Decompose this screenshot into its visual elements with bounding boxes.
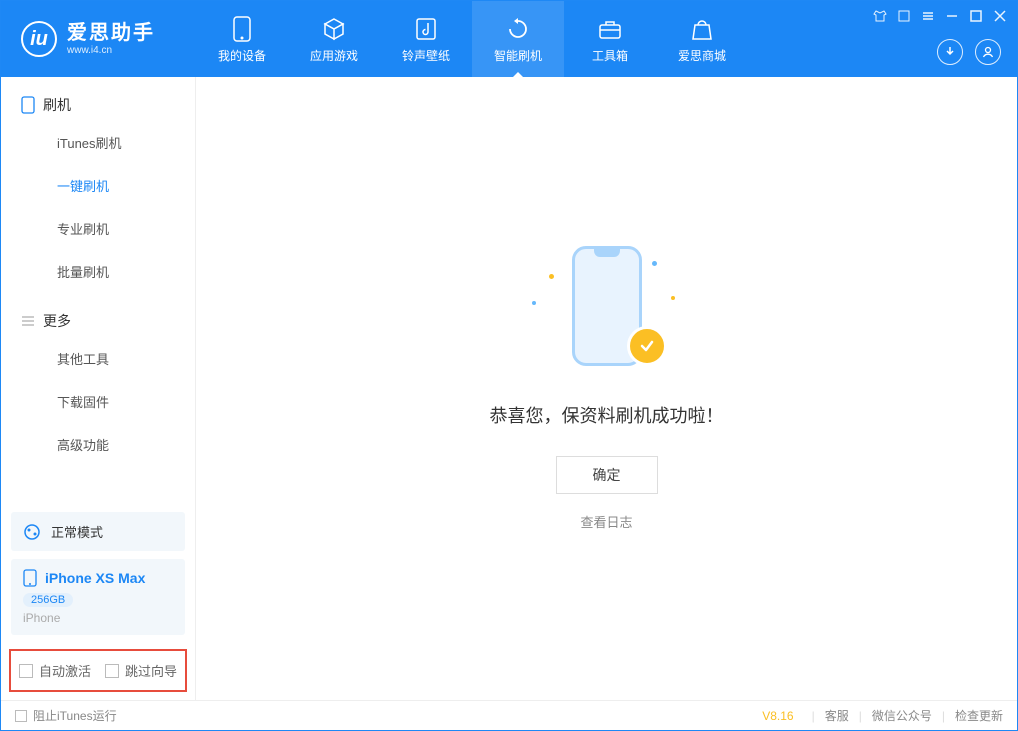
phone-small-icon — [21, 96, 35, 114]
toolbox-icon — [598, 15, 622, 43]
device-type: iPhone — [23, 611, 173, 625]
checkbox-label: 跳过向导 — [125, 661, 177, 680]
block-itunes-label: 阻止iTunes运行 — [33, 707, 117, 724]
footer-link-wechat[interactable]: 微信公众号 — [872, 707, 932, 724]
checkbox-icon[interactable] — [19, 664, 33, 678]
success-message: 恭喜您，保资料刷机成功啦！ — [490, 402, 724, 428]
device-phone-icon — [23, 569, 37, 587]
sidebar-item-batch-flash[interactable]: 批量刷机 — [1, 250, 195, 293]
footer-link-support[interactable]: 客服 — [825, 707, 849, 724]
sparkle-dot — [532, 301, 536, 305]
checkbox-auto-activate[interactable]: 自动激活 — [19, 661, 91, 680]
version-label: V8.16 — [762, 709, 793, 723]
nav-tab-smart-flash[interactable]: 智能刷机 — [472, 1, 564, 77]
nav-tab-my-device[interactable]: 我的设备 — [196, 1, 288, 77]
close-icon[interactable] — [993, 9, 1007, 23]
checkbox-icon[interactable] — [105, 664, 119, 678]
menu-icon[interactable] — [921, 9, 935, 23]
sparkle-dot — [652, 261, 657, 266]
sidebar-group-label: 刷机 — [43, 95, 71, 115]
sidebar-item-download-firmware[interactable]: 下载固件 — [1, 380, 195, 423]
shirt-icon[interactable] — [873, 9, 887, 23]
nav-label: 应用游戏 — [310, 47, 358, 64]
view-log-link[interactable]: 查看日志 — [580, 512, 632, 531]
bag-icon — [691, 15, 713, 43]
checkbox-label: 自动激活 — [39, 661, 91, 680]
nav-tabs: 我的设备 应用游戏 铃声壁纸 智能刷机 工具箱 — [196, 1, 748, 77]
app-header: iu 爱思助手 www.i4.cn 我的设备 应用游戏 铃声壁纸 — [1, 1, 1017, 77]
nav-tab-toolbox[interactable]: 工具箱 — [564, 1, 656, 77]
minimize-icon[interactable] — [945, 9, 959, 23]
logo-subtitle: www.i4.cn — [67, 45, 155, 57]
logo-area: iu 爱思助手 www.i4.cn — [1, 21, 196, 57]
checkbox-block-itunes[interactable] — [15, 710, 27, 722]
device-name: iPhone XS Max — [45, 570, 145, 586]
window-controls — [873, 9, 1007, 23]
music-note-icon — [415, 15, 437, 43]
pin-icon[interactable] — [897, 9, 911, 23]
download-button[interactable] — [937, 39, 963, 65]
sidebar: 刷机 iTunes刷机 一键刷机 专业刷机 批量刷机 更多 其他工具 下载固件 … — [1, 77, 196, 700]
logo-icon: iu — [21, 21, 57, 57]
nav-label: 智能刷机 — [494, 47, 542, 64]
nav-label: 工具箱 — [592, 47, 628, 64]
nav-label: 爱思商城 — [678, 47, 726, 64]
sidebar-item-pro-flash[interactable]: 专业刷机 — [1, 207, 195, 250]
maximize-icon[interactable] — [969, 9, 983, 23]
device-panel[interactable]: iPhone XS Max 256GB iPhone — [11, 559, 185, 635]
check-circle-icon — [627, 326, 667, 366]
sidebar-group-more: 更多 — [1, 293, 195, 337]
ok-button[interactable]: 确定 — [556, 456, 658, 494]
cube-icon — [322, 15, 346, 43]
sparkle-dot — [671, 296, 675, 300]
sidebar-item-advanced[interactable]: 高级功能 — [1, 423, 195, 466]
nav-tab-ringtones-wallpapers[interactable]: 铃声壁纸 — [380, 1, 472, 77]
sidebar-item-onekey-flash[interactable]: 一键刷机 — [1, 164, 195, 207]
refresh-icon — [506, 15, 530, 43]
mode-label: 正常模式 — [51, 522, 103, 541]
sidebar-group-label: 更多 — [43, 311, 71, 331]
list-icon — [21, 314, 35, 328]
logo-title: 爱思助手 — [67, 21, 155, 45]
nav-label: 我的设备 — [218, 47, 266, 64]
sidebar-item-itunes-flash[interactable]: iTunes刷机 — [1, 121, 195, 164]
mode-status[interactable]: 正常模式 — [11, 512, 185, 551]
mode-icon — [23, 523, 41, 541]
options-highlight-box: 自动激活 跳过向导 — [9, 649, 187, 692]
nav-tab-apps-games[interactable]: 应用游戏 — [288, 1, 380, 77]
sidebar-item-other-tools[interactable]: 其他工具 — [1, 337, 195, 380]
phone-icon — [233, 15, 251, 43]
checkbox-skip-wizard[interactable]: 跳过向导 — [105, 661, 177, 680]
status-bar: 阻止iTunes运行 V8.16 | 客服 | 微信公众号 | 检查更新 — [1, 700, 1017, 730]
success-illustration — [547, 246, 667, 376]
device-storage: 256GB — [23, 593, 73, 607]
footer-link-check-update[interactable]: 检查更新 — [955, 707, 1003, 724]
main-content: 恭喜您，保资料刷机成功啦！ 确定 查看日志 — [196, 77, 1017, 700]
nav-tab-store[interactable]: 爱思商城 — [656, 1, 748, 77]
nav-label: 铃声壁纸 — [402, 47, 450, 64]
sparkle-dot — [549, 274, 554, 279]
sidebar-group-flash: 刷机 — [1, 77, 195, 121]
user-button[interactable] — [975, 39, 1001, 65]
